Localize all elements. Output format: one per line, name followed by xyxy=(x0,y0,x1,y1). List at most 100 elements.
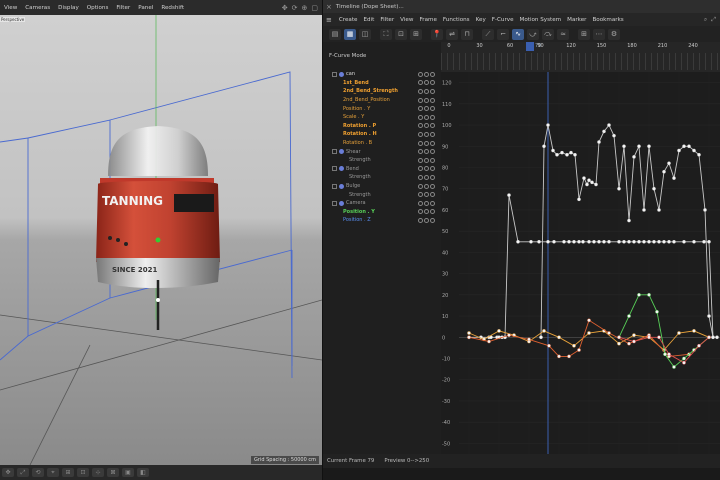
fcurve-key[interactable] xyxy=(632,339,636,344)
fcurve-key[interactable] xyxy=(607,239,611,244)
solo-icon[interactable] xyxy=(418,174,423,180)
spline-interp-icon[interactable]: ∿ xyxy=(512,28,524,40)
viewport-panel[interactable]: View Cameras Display Options Filter Pane… xyxy=(0,0,322,480)
fcurve-key[interactable] xyxy=(573,152,577,157)
lock-icon[interactable] xyxy=(430,80,435,86)
fcurve-key[interactable] xyxy=(557,354,561,359)
fcurve-key[interactable] xyxy=(551,148,555,153)
rotate-view-icon[interactable]: ⟳ xyxy=(292,4,298,12)
visibility-icon[interactable] xyxy=(424,97,429,103)
lock-icon[interactable] xyxy=(430,183,435,189)
visibility-icon[interactable] xyxy=(424,80,429,86)
fcurve-key[interactable] xyxy=(622,144,626,149)
fcurve-key[interactable] xyxy=(707,335,711,340)
timeline-menu-fcurve[interactable]: F-Curve xyxy=(489,17,517,23)
track-row[interactable]: Position . Y xyxy=(323,104,441,113)
fcurve-key[interactable] xyxy=(617,239,621,244)
grid-tool-icon[interactable]: ⊞ xyxy=(62,468,74,477)
solo-icon[interactable] xyxy=(418,71,423,77)
track-row[interactable]: Position . Y xyxy=(323,208,441,217)
fcurve-key[interactable] xyxy=(692,239,696,244)
viewport-menu-display[interactable]: Display xyxy=(54,5,83,11)
fcurve-key[interactable] xyxy=(697,152,701,157)
fcurve-key[interactable] xyxy=(567,354,571,359)
track-row[interactable]: Bulge xyxy=(323,182,441,191)
fcurve-key[interactable] xyxy=(467,331,471,335)
fcurve-key[interactable] xyxy=(622,239,626,244)
fcurve-key[interactable] xyxy=(546,239,550,244)
fcurve-key[interactable] xyxy=(657,335,661,340)
solo-icon[interactable] xyxy=(418,123,423,129)
fcurve-key[interactable] xyxy=(546,123,550,127)
gizmo-point[interactable] xyxy=(156,298,160,302)
fcurve-key[interactable] xyxy=(587,178,591,183)
fcurve-key[interactable] xyxy=(682,360,686,365)
lock-icon[interactable] xyxy=(430,140,435,146)
lock-icon[interactable] xyxy=(430,217,435,223)
fcurve-key[interactable] xyxy=(703,208,707,212)
track-row[interactable]: Camera xyxy=(323,199,441,208)
key-pin-icon[interactable]: 📍 xyxy=(431,28,443,40)
fcurve-key[interactable] xyxy=(707,314,711,318)
frame-selected-icon[interactable]: ⊡ xyxy=(395,28,407,40)
fcurve-key[interactable] xyxy=(682,356,686,361)
gizmo-point[interactable] xyxy=(155,237,161,243)
fcurve-key[interactable] xyxy=(657,208,661,212)
fcurve-key[interactable] xyxy=(632,333,636,337)
fcurve-key[interactable] xyxy=(607,331,611,335)
snap-tool-icon[interactable]: ⊡ xyxy=(77,468,89,477)
fcurve-key[interactable] xyxy=(572,239,576,244)
timeline-menu-marker[interactable]: Marker xyxy=(564,17,589,23)
fcurve-key[interactable] xyxy=(537,239,541,244)
ease-in-icon[interactable]: ⤻ xyxy=(527,28,539,40)
dope-sheet-mode-icon[interactable]: ▤ xyxy=(329,28,341,40)
fcurve-key[interactable] xyxy=(555,152,559,157)
fcurve-key[interactable] xyxy=(587,239,591,244)
fcurve-key[interactable] xyxy=(602,239,606,244)
fcurve-key[interactable] xyxy=(702,239,706,244)
timeline-menu-frame[interactable]: Frame xyxy=(416,17,439,23)
track-row[interactable]: Scale . Y xyxy=(323,113,441,122)
fcurve-key[interactable] xyxy=(692,148,696,153)
fcurve-key[interactable] xyxy=(632,239,636,244)
move-tool-icon[interactable]: ✥ xyxy=(2,468,14,477)
solo-icon[interactable] xyxy=(418,157,423,163)
fcurve-key[interactable] xyxy=(632,155,636,159)
track-row[interactable]: Rotation . H xyxy=(323,130,441,139)
solo-icon[interactable] xyxy=(418,131,423,137)
fcurve-key[interactable] xyxy=(617,341,621,346)
fcurve-key[interactable] xyxy=(581,239,585,244)
fcurve-key[interactable] xyxy=(627,239,631,244)
track-row[interactable]: Strength xyxy=(323,190,441,199)
solo-icon[interactable] xyxy=(418,149,423,155)
fcurve-key[interactable] xyxy=(569,150,573,155)
collapse-toggle-icon[interactable] xyxy=(332,149,337,155)
lock-icon[interactable] xyxy=(430,157,435,163)
timeline-window[interactable]: × Timeline (Dope Sheet)... ≡ Create Edit… xyxy=(322,0,720,480)
fcurve-key[interactable] xyxy=(497,329,501,333)
viewport-menu-view[interactable]: View xyxy=(0,5,21,11)
fcurve-key[interactable] xyxy=(667,352,671,357)
collapse-toggle-icon[interactable] xyxy=(332,71,337,77)
fcurve-key[interactable] xyxy=(597,140,601,144)
view-tool-icon[interactable]: ◧ xyxy=(137,468,149,477)
fcurve-key[interactable] xyxy=(682,144,686,149)
fcurve-key[interactable] xyxy=(707,239,711,244)
fcurve-key[interactable] xyxy=(655,310,659,314)
fcurve-key[interactable] xyxy=(697,343,701,348)
timeline-menu-filter[interactable]: Filter xyxy=(377,17,397,23)
fcurve-key[interactable] xyxy=(612,133,616,138)
fcurve-key[interactable] xyxy=(662,169,666,174)
track-row[interactable]: Position . Z xyxy=(323,216,441,225)
fcurve-key[interactable] xyxy=(547,343,551,348)
fcurve-key[interactable] xyxy=(627,218,631,223)
solo-icon[interactable] xyxy=(418,200,423,206)
timeline-menu-bookmarks[interactable]: Bookmarks xyxy=(589,17,626,23)
ease-out-icon[interactable]: ⤼ xyxy=(542,28,554,40)
fcurve-key[interactable] xyxy=(652,239,656,244)
solo-icon[interactable] xyxy=(418,183,423,189)
viewport-menu-filter[interactable]: Filter xyxy=(112,5,134,11)
solo-icon[interactable] xyxy=(418,106,423,112)
visibility-icon[interactable] xyxy=(424,200,429,206)
fcurve-key[interactable] xyxy=(711,335,715,340)
